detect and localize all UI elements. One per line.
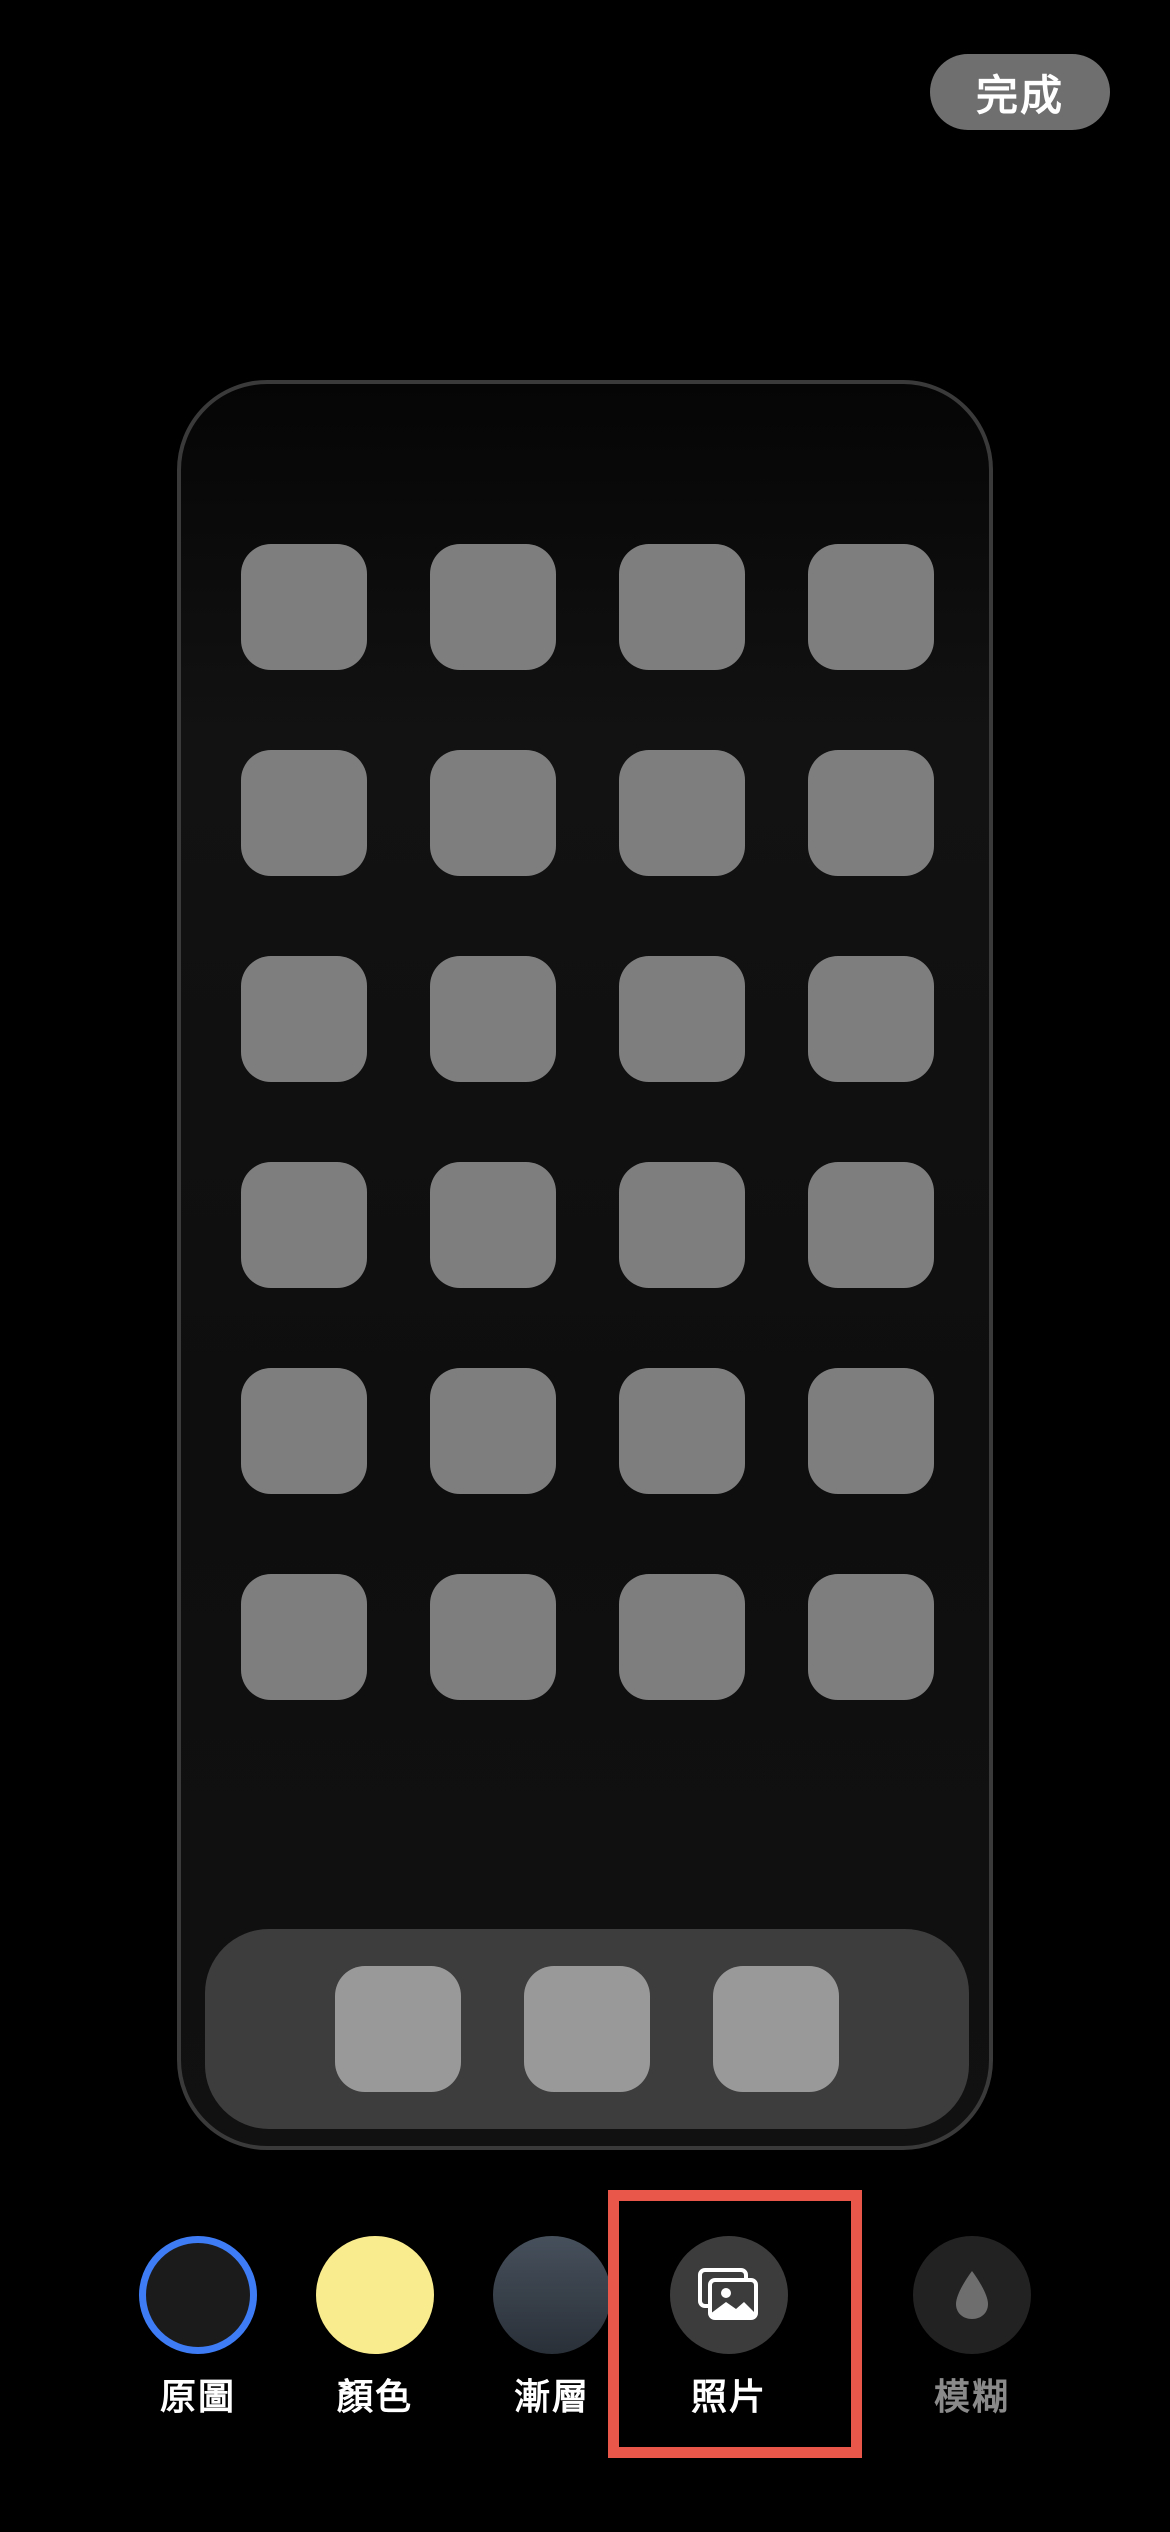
app-icon-placeholder bbox=[619, 1368, 745, 1494]
wallpaper-options-bar: 原圖 顏色 漸層 照片 模糊 bbox=[0, 2236, 1170, 2476]
droplet-icon bbox=[956, 2271, 988, 2319]
option-blur-label: 模糊 bbox=[933, 2377, 1010, 2418]
home-screen-preview bbox=[177, 380, 993, 2150]
done-button[interactable]: 完成 bbox=[930, 54, 1110, 130]
app-icon-placeholder bbox=[808, 1368, 934, 1494]
blur-button[interactable] bbox=[913, 2236, 1031, 2354]
option-original[interactable]: 原圖 bbox=[128, 2236, 268, 2420]
app-icon-placeholder bbox=[808, 1162, 934, 1288]
color-swatch[interactable] bbox=[316, 2236, 434, 2354]
app-icon-placeholder bbox=[241, 750, 367, 876]
app-icon-placeholder bbox=[241, 1574, 367, 1700]
app-icon-placeholder bbox=[808, 750, 934, 876]
app-icon-placeholder bbox=[619, 750, 745, 876]
dock-icon-placeholder bbox=[524, 1966, 650, 2092]
app-icon-placeholder bbox=[430, 1368, 556, 1494]
app-icon-placeholder bbox=[241, 956, 367, 1082]
app-icon-placeholder bbox=[241, 544, 367, 670]
app-icon-placeholder bbox=[430, 750, 556, 876]
dock-icon-placeholder bbox=[713, 1966, 839, 2092]
gradient-swatch[interactable] bbox=[493, 2236, 611, 2354]
app-icon-placeholder bbox=[619, 956, 745, 1082]
app-icon-placeholder bbox=[241, 1162, 367, 1288]
option-color-label: 顏色 bbox=[336, 2377, 413, 2418]
app-icon-placeholder bbox=[808, 956, 934, 1082]
option-gradient-label: 漸層 bbox=[513, 2377, 590, 2418]
original-swatch[interactable] bbox=[139, 2236, 257, 2354]
option-original-label: 原圖 bbox=[159, 2377, 236, 2418]
option-gradient[interactable]: 漸層 bbox=[482, 2236, 622, 2420]
app-icon-placeholder bbox=[619, 1162, 745, 1288]
app-icon-placeholder bbox=[808, 544, 934, 670]
app-icon-placeholder bbox=[241, 1368, 367, 1494]
app-icon-placeholder bbox=[619, 544, 745, 670]
dock-icon-placeholder bbox=[335, 1966, 461, 2092]
app-icon-placeholder bbox=[808, 1574, 934, 1700]
photos-button[interactable] bbox=[670, 2236, 788, 2354]
dock bbox=[205, 1929, 969, 2129]
option-blur[interactable]: 模糊 bbox=[902, 2236, 1042, 2420]
option-color[interactable]: 顏色 bbox=[305, 2236, 445, 2420]
app-icon-placeholder bbox=[430, 544, 556, 670]
app-icon-grid bbox=[241, 544, 934, 1700]
option-photos-label: 照片 bbox=[690, 2377, 767, 2418]
photo-stack-icon bbox=[698, 2268, 758, 2320]
app-icon-placeholder bbox=[430, 1162, 556, 1288]
app-icon-placeholder bbox=[430, 1574, 556, 1700]
option-photos[interactable]: 照片 bbox=[659, 2236, 799, 2420]
app-icon-placeholder bbox=[430, 956, 556, 1082]
app-icon-placeholder bbox=[619, 1574, 745, 1700]
